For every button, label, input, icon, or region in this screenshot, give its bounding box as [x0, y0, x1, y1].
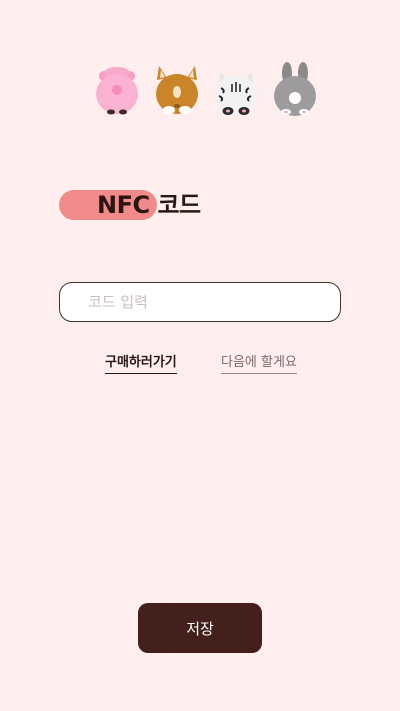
- rabbit-back-icon: [270, 62, 320, 118]
- mascot-row: [0, 62, 400, 118]
- page-title: NFC 코드: [59, 187, 279, 223]
- nfc-code-input[interactable]: [59, 282, 341, 322]
- pig-back-icon: [93, 62, 143, 118]
- title-rest-text: 코드: [149, 191, 201, 219]
- page-title-text: NFC 코드: [97, 187, 201, 223]
- title-highlight-text: NFC: [97, 191, 150, 219]
- save-button[interactable]: 저장: [138, 603, 262, 653]
- corgi-back-icon: [152, 62, 202, 118]
- later-link[interactable]: 다음에 할게요: [221, 354, 297, 374]
- buy-link[interactable]: 구매하러가기: [105, 354, 177, 374]
- cat-back-icon: [211, 62, 261, 118]
